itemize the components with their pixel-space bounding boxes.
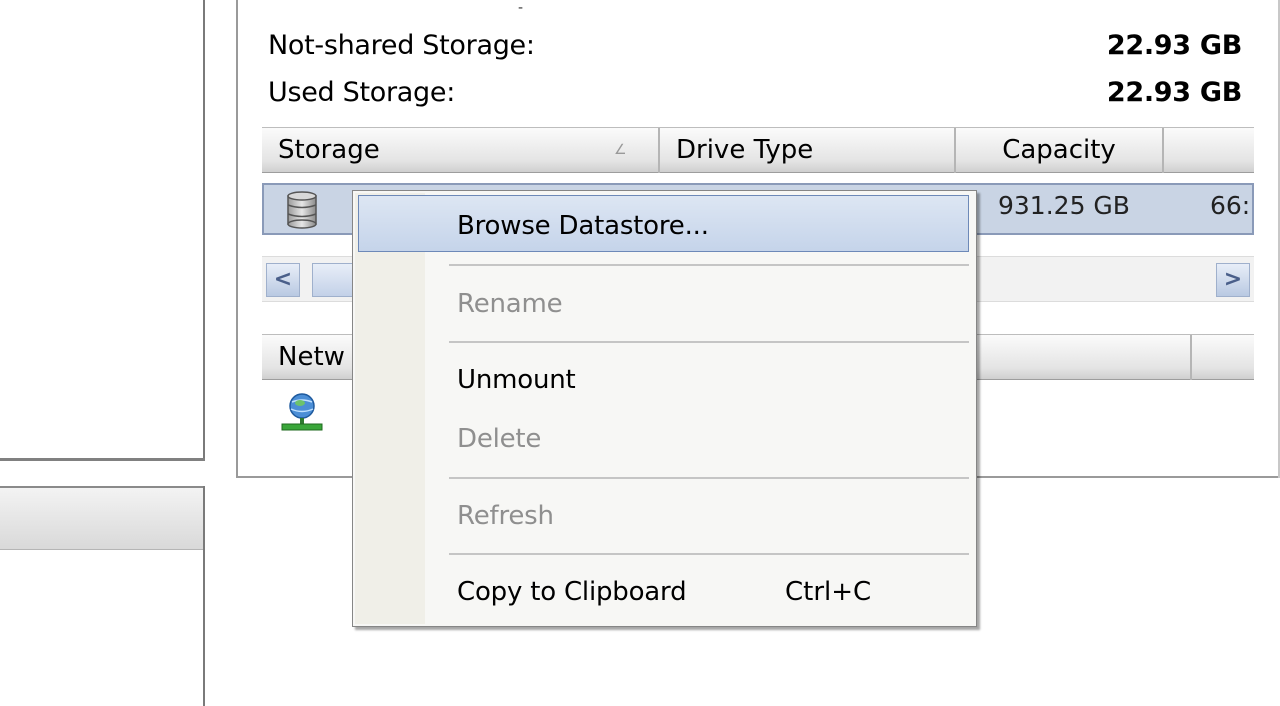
menu-item-shortcut: Ctrl+C [785,577,872,607]
sort-indicator-icon: ∠ [614,142,627,158]
menu-item-unmount[interactable]: Unmount [457,365,576,395]
truncated-text: - [518,0,524,16]
menu-item-delete[interactable]: Delete [457,424,541,454]
menu-item-browse-datastore[interactable]: Browse Datastore... [457,211,709,241]
left-pane-header-divider [203,486,205,550]
storage-table-header: Storage ∠ Drive Type Capacity [262,127,1254,173]
row-capacity: 931.25 GB [998,191,1130,220]
used-storage-value: 22.93 GB [1106,77,1242,108]
row-free-partial: 66: [1210,191,1251,220]
not-shared-storage-label: Not-shared Storage: [268,30,535,61]
menu-separator [449,553,969,555]
left-pane-header-bar [0,486,205,550]
network-globe-icon[interactable] [280,390,324,434]
column-header-storage-label: Storage [278,135,380,165]
left-pane-separator [0,458,205,461]
column-header-storage[interactable]: Storage ∠ [262,128,660,173]
menu-separator [449,264,969,266]
database-icon [287,191,317,229]
menu-item-copy-to-clipboard[interactable]: Copy to Clipboard [457,577,687,607]
menu-item-rename[interactable]: Rename [457,289,563,319]
column-divider [1190,335,1192,380]
menu-item-refresh[interactable]: Refresh [457,501,554,531]
context-menu-icon-gutter [355,193,425,624]
scroll-left-icon[interactable]: < [266,263,300,297]
used-storage-label: Used Storage: [268,77,455,108]
column-header-capacity[interactable]: Capacity [956,128,1164,173]
not-shared-storage-value: 22.93 GB [1106,30,1242,61]
scroll-right-icon[interactable]: > [1216,263,1250,297]
menu-separator [449,477,969,479]
column-header-free[interactable] [1164,128,1254,173]
left-pane-divider-lower [203,550,205,706]
column-header-drive-type[interactable]: Drive Type [660,128,956,173]
left-pane-divider [203,0,205,460]
context-menu: Browse Datastore... Rename Unmount Delet… [352,190,977,627]
column-header-network[interactable]: Netw [278,335,345,380]
menu-separator [449,341,969,343]
